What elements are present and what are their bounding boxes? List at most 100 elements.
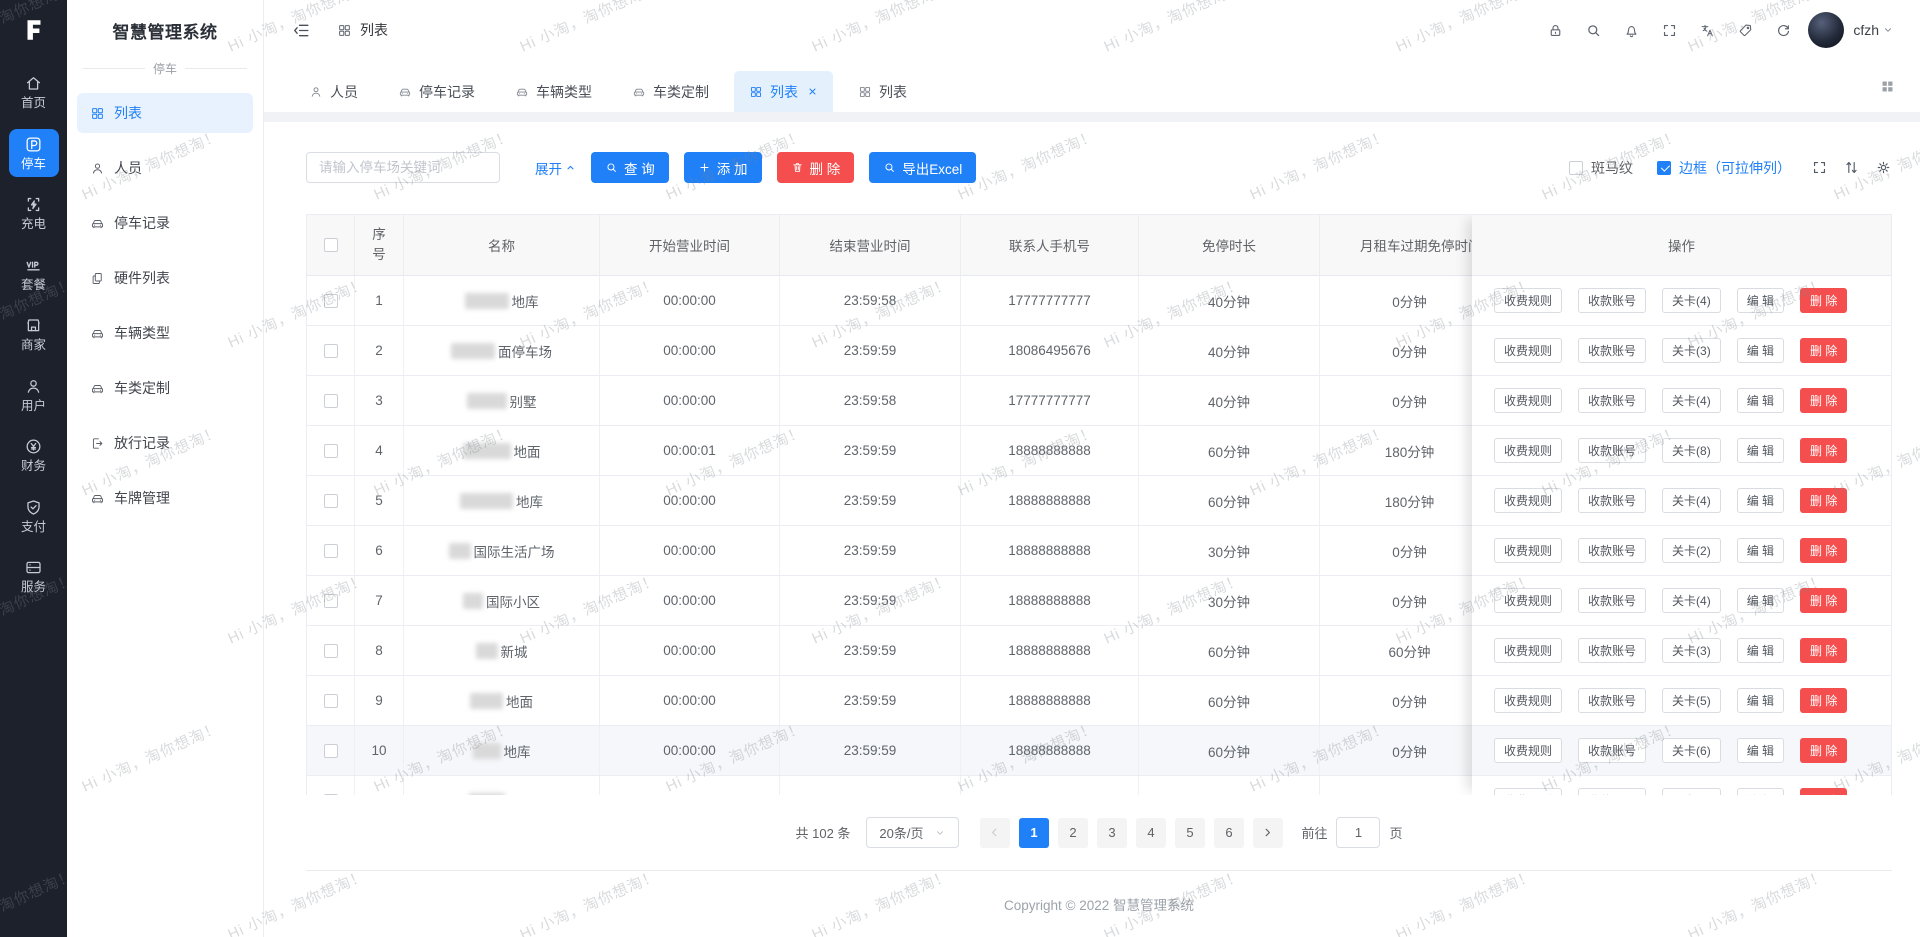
delete-row-button[interactable]: 删 除 [1800, 638, 1847, 663]
row-checkbox[interactable] [324, 394, 338, 408]
add-button[interactable]: 添 加 [684, 152, 762, 183]
gate-button[interactable]: 关卡(2) [1662, 538, 1721, 563]
payment-account-button[interactable]: 收款账号 [1578, 338, 1646, 363]
expand-link[interactable]: 展开 [535, 158, 576, 178]
delete-row-button[interactable]: 删 除 [1800, 738, 1847, 763]
fee-rules-button[interactable]: 收费规则 [1494, 738, 1562, 763]
delete-row-button[interactable]: 删 除 [1800, 788, 1847, 795]
tab[interactable]: 车辆类型 [500, 71, 607, 112]
page-number-button[interactable]: 4 [1136, 818, 1166, 848]
tab[interactable]: 列表 [843, 71, 922, 112]
edit-button[interactable]: 编 辑 [1737, 638, 1784, 663]
row-checkbox[interactable] [324, 794, 338, 796]
gate-button[interactable]: 关卡(8) [1662, 438, 1721, 463]
edit-button[interactable]: 编 辑 [1737, 388, 1784, 413]
edit-button[interactable]: 编 辑 [1737, 588, 1784, 613]
prev-page-button[interactable] [980, 818, 1010, 848]
delete-row-button[interactable]: 删 除 [1800, 488, 1847, 513]
sidebar-collapse-icon[interactable] [292, 21, 311, 40]
next-page-button[interactable] [1253, 818, 1283, 848]
border-checkbox[interactable] [1657, 161, 1671, 175]
edit-button[interactable]: 编 辑 [1737, 738, 1784, 763]
delete-row-button[interactable]: 删 除 [1800, 338, 1847, 363]
query-button[interactable]: 查 询 [591, 152, 669, 183]
edit-button[interactable]: 编 辑 [1737, 438, 1784, 463]
page-number-button[interactable]: 5 [1175, 818, 1205, 848]
delete-row-button[interactable]: 删 除 [1800, 588, 1847, 613]
fee-rules-button[interactable]: 收费规则 [1494, 688, 1562, 713]
nav-rail-item[interactable]: 支付 [9, 492, 59, 541]
nav-rail-item[interactable]: 充电 [9, 189, 59, 238]
payment-account-button[interactable]: 收款账号 [1578, 688, 1646, 713]
sidebar-menu-item[interactable]: 硬件列表 [77, 258, 253, 298]
row-checkbox[interactable] [324, 694, 338, 708]
row-checkbox[interactable] [324, 344, 338, 358]
page-number-button[interactable]: 6 [1214, 818, 1244, 848]
bell-icon[interactable] [1623, 22, 1640, 39]
gate-button[interactable]: 关卡(4) [1662, 588, 1721, 613]
payment-account-button[interactable]: 收款账号 [1578, 488, 1646, 513]
row-checkbox[interactable] [324, 444, 338, 458]
column-sort-icon[interactable] [1843, 159, 1860, 176]
page-number-button[interactable]: 1 [1019, 818, 1049, 848]
gate-button[interactable]: 关卡(5) [1662, 788, 1721, 795]
export-excel-button[interactable]: 导出Excel [869, 152, 976, 183]
edit-button[interactable]: 编 辑 [1737, 288, 1784, 313]
sidebar-menu-item[interactable]: 人员 [77, 148, 253, 188]
delete-row-button[interactable]: 删 除 [1800, 538, 1847, 563]
fullscreen-icon[interactable] [1811, 159, 1828, 176]
gate-button[interactable]: 关卡(3) [1662, 638, 1721, 663]
sidebar-menu-item[interactable]: 车类定制 [77, 368, 253, 408]
fee-rules-button[interactable]: 收费规则 [1494, 438, 1562, 463]
zebra-checkbox[interactable] [1569, 161, 1583, 175]
fee-rules-button[interactable]: 收费规则 [1494, 538, 1562, 563]
row-checkbox[interactable] [324, 544, 338, 558]
sidebar-menu-item[interactable]: 放行记录 [77, 423, 253, 463]
row-checkbox[interactable] [324, 644, 338, 658]
refresh-icon[interactable] [1775, 22, 1792, 39]
edit-button[interactable]: 编 辑 [1737, 338, 1784, 363]
nav-rail-item[interactable]: 套餐 [9, 250, 59, 299]
payment-account-button[interactable]: 收款账号 [1578, 588, 1646, 613]
fee-rules-button[interactable]: 收费规则 [1494, 488, 1562, 513]
edit-button[interactable]: 编 辑 [1737, 538, 1784, 563]
tab-options-icon[interactable] [1879, 78, 1896, 95]
tab[interactable]: 人员 [294, 71, 373, 112]
gear-icon[interactable] [1875, 159, 1892, 176]
payment-account-button[interactable]: 收款账号 [1578, 788, 1646, 795]
nav-rail-item[interactable]: 停车 [9, 129, 59, 178]
row-checkbox[interactable] [324, 744, 338, 758]
nav-rail-item[interactable]: 财务 [9, 431, 59, 480]
tab[interactable]: 列表 [734, 71, 833, 112]
edit-button[interactable]: 编 辑 [1737, 788, 1784, 795]
payment-account-button[interactable]: 收款账号 [1578, 638, 1646, 663]
delete-button[interactable]: 删 除 [777, 152, 855, 183]
search-input[interactable] [306, 152, 500, 183]
payment-account-button[interactable]: 收款账号 [1578, 738, 1646, 763]
delete-row-button[interactable]: 删 除 [1800, 288, 1847, 313]
fullscreen-icon[interactable] [1661, 22, 1678, 39]
row-checkbox[interactable] [324, 294, 338, 308]
payment-account-button[interactable]: 收款账号 [1578, 438, 1646, 463]
fee-rules-button[interactable]: 收费规则 [1494, 388, 1562, 413]
nav-rail-item[interactable]: 首页 [9, 68, 59, 117]
sidebar-menu-item[interactable]: 列表 [77, 93, 253, 133]
lock-icon[interactable] [1547, 22, 1564, 39]
payment-account-button[interactable]: 收款账号 [1578, 288, 1646, 313]
gate-button[interactable]: 关卡(4) [1662, 288, 1721, 313]
gate-button[interactable]: 关卡(5) [1662, 688, 1721, 713]
goto-page-input[interactable] [1336, 817, 1380, 848]
row-checkbox[interactable] [324, 594, 338, 608]
user-menu[interactable]: cfzh [1853, 22, 1894, 38]
user-avatar[interactable] [1808, 12, 1844, 48]
delete-row-button[interactable]: 删 除 [1800, 388, 1847, 413]
gate-button[interactable]: 关卡(4) [1662, 388, 1721, 413]
nav-rail-item[interactable]: 商家 [9, 310, 59, 359]
gate-button[interactable]: 关卡(3) [1662, 338, 1721, 363]
sidebar-menu-item[interactable]: 车辆类型 [77, 313, 253, 353]
nav-rail-item[interactable]: 服务 [9, 552, 59, 601]
tab[interactable]: 车类定制 [617, 71, 724, 112]
payment-account-button[interactable]: 收款账号 [1578, 388, 1646, 413]
payment-account-button[interactable]: 收款账号 [1578, 538, 1646, 563]
fee-rules-button[interactable]: 收费规则 [1494, 638, 1562, 663]
